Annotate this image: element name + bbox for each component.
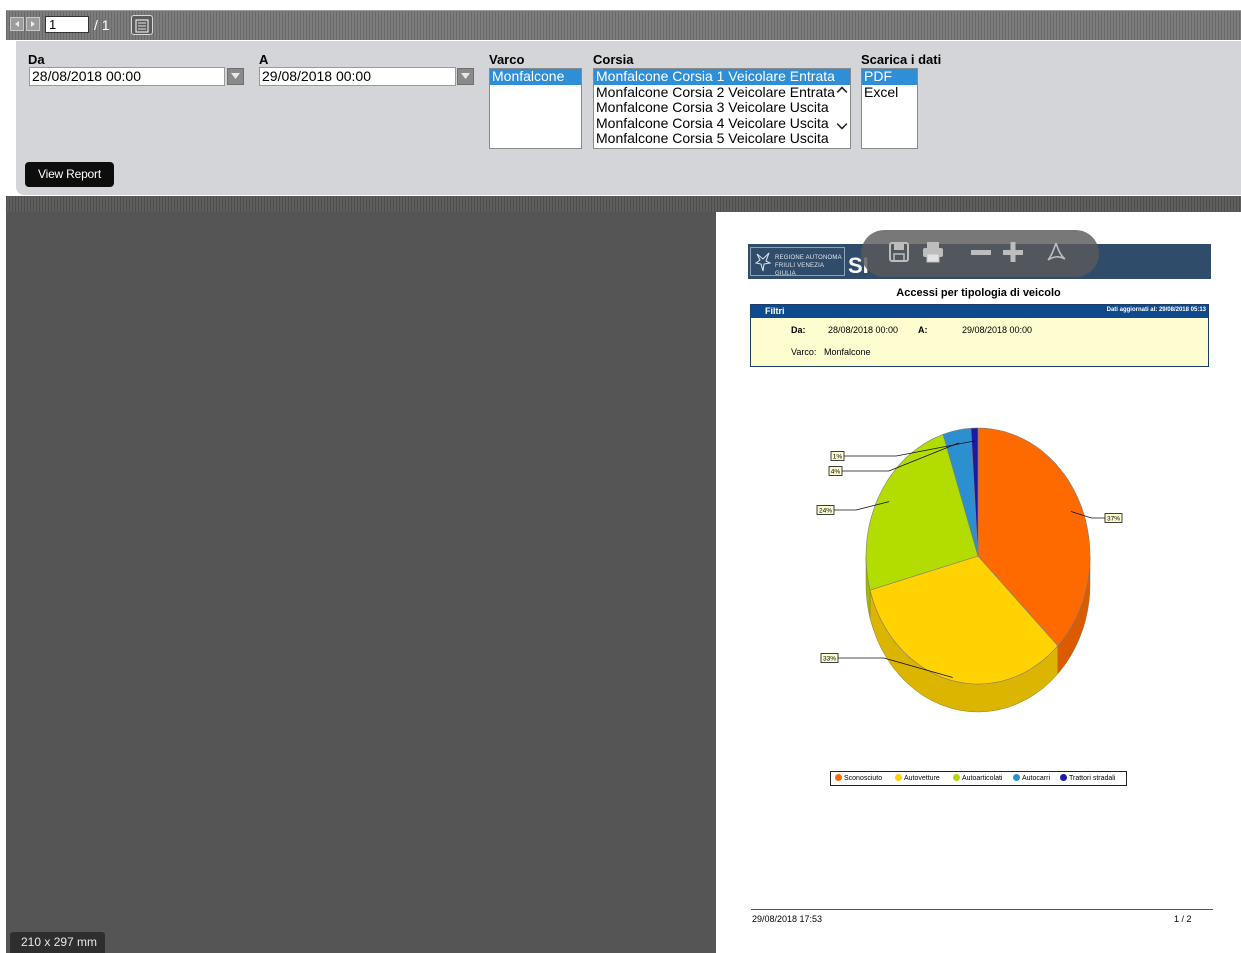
varco-label: Varco (489, 52, 525, 67)
legend-swatch (835, 774, 842, 781)
corsia-listbox[interactable]: Monfalcone Corsia 1 Veicolare Entrata Mo… (593, 68, 851, 149)
corsia-scrollbar[interactable] (834, 69, 850, 148)
previous-page-button[interactable] (10, 17, 24, 31)
chevron-down-icon (461, 73, 470, 79)
a-calendar-button[interactable] (457, 68, 474, 85)
chart-legend: Sconosciuto Autovetture Autoarticolati Auto… (830, 771, 1127, 786)
pie-data-label: 24% (819, 508, 832, 515)
corsia-option[interactable]: Monfalcone Corsia 5 Veicolare Uscita (594, 130, 850, 147)
footer-divider (751, 909, 1213, 910)
a-date-input[interactable]: 29/08/2018 00:00 (259, 67, 456, 86)
arrow-right-icon (31, 21, 35, 27)
page-size-badge: 210 x 297 mm (10, 932, 105, 953)
chevron-down-icon[interactable] (836, 123, 848, 130)
arrow-left-icon (15, 21, 19, 27)
legend-item: Autoarticolati (953, 774, 1002, 782)
page-total: / 1 (94, 17, 110, 33)
legend-item: Autocarri (1013, 774, 1050, 782)
corsia-option[interactable]: Monfalcone Corsia 2 Veicolare Entrata (594, 84, 850, 101)
next-page-button[interactable] (26, 17, 40, 31)
legend-label: Autoarticolati (962, 775, 1003, 782)
parameter-panel: Da 28/08/2018 00:00 A 29/08/2018 00:00 V… (16, 41, 1241, 195)
document-map-icon (135, 19, 149, 33)
da-label: Da (28, 52, 45, 67)
scarica-option[interactable]: Excel (862, 84, 917, 101)
page-number-input[interactable]: 1 (45, 16, 89, 33)
pie-data-label: 37% (1107, 516, 1120, 523)
da-date-input[interactable]: 28/08/2018 00:00 (29, 67, 225, 86)
da-calendar-button[interactable] (227, 68, 244, 85)
report-page: REGIONE AUTONOMA FRIULI VENEZIA GIULIA S… (716, 212, 1241, 953)
pie-data-label: 33% (823, 656, 836, 663)
legend-swatch (895, 774, 902, 781)
legend-item: Trattori stradali (1060, 774, 1115, 782)
legend-label: Autovetture (904, 775, 940, 782)
report-viewer-app: 1 / 1 Da 28/08/2018 00:00 A 29/08/2018 0… (0, 0, 1241, 953)
pie-data-label: 4% (831, 469, 841, 476)
a-label: A (259, 52, 269, 67)
report-toolbar: 1 / 1 (6, 10, 1241, 40)
legend-label: Sconosciuto (844, 775, 883, 782)
legend-swatch (953, 774, 960, 781)
scarica-listbox[interactable]: PDF Excel (861, 68, 918, 149)
legend-item: Autovetture (895, 774, 940, 782)
varco-listbox[interactable]: Monfalcone (489, 68, 582, 149)
legend-item: Sconosciuto (835, 774, 882, 782)
chevron-up-icon[interactable] (836, 86, 848, 93)
corsia-label: Corsia (593, 52, 634, 67)
legend-swatch (1060, 774, 1067, 781)
scarica-option[interactable]: PDF (862, 69, 917, 85)
legend-label: Autocarri (1022, 775, 1051, 782)
footer-page-number: 1 / 2 (1174, 914, 1192, 924)
view-report-button[interactable]: View Report (25, 162, 114, 187)
pie-data-label: 1% (833, 454, 843, 461)
varco-option[interactable]: Monfalcone (490, 69, 581, 85)
footer-date: 29/08/2018 17:53 (752, 914, 823, 924)
legend-swatch (1013, 774, 1020, 781)
corsia-option[interactable]: Monfalcone Corsia 1 Veicolare Entrata (594, 69, 850, 85)
scarica-label: Scarica i dati (861, 52, 942, 67)
corsia-option[interactable]: Monfalcone Corsia 4 Veicolare Uscita (594, 115, 850, 132)
viewport-header-strip (6, 196, 1241, 212)
legend-label: Trattori stradali (1069, 775, 1116, 782)
document-map-button[interactable] (131, 15, 153, 35)
pie-chart: 37% 33% 24% 4% 1% (816, 427, 1123, 713)
corsia-option[interactable]: Monfalcone Corsia 3 Veicolare Uscita (594, 99, 850, 116)
chevron-down-icon (231, 73, 240, 79)
